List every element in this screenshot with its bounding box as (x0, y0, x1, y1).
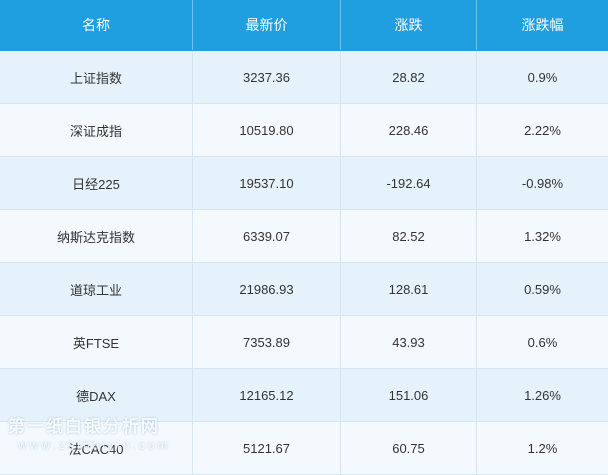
latest-price: 6339.07 (193, 210, 341, 262)
header-change-percent: 涨跌幅 (521, 17, 564, 33)
change: 28.82 (341, 51, 477, 103)
table-body: 上证指数 3237.36 28.82 0.9% 深证成指 10519.80 22… (0, 51, 608, 475)
change: 128.61 (341, 263, 477, 315)
change-percent: 0.59% (524, 281, 561, 297)
latest-price: 5121.67 (193, 422, 341, 474)
table-header: 名称 最新价 涨跌 涨跌幅 (0, 0, 608, 51)
change-percent: 1.2% (527, 440, 558, 456)
latest-price: 10519.80 (193, 104, 341, 156)
table-row: 日经225 19537.10 -192.64 -0.98% (0, 157, 608, 210)
latest-price: 7353.89 (193, 316, 341, 368)
index-name: 德DAX (0, 369, 193, 421)
change: 151.06 (341, 369, 477, 421)
header-name: 名称 (0, 0, 193, 50)
market-index-table: 名称 最新价 涨跌 涨跌幅 上证指数 3237.36 28.82 0.9% 深证… (0, 0, 608, 475)
change-percent: 2.22% (524, 122, 561, 138)
change-percent: -0.98% (521, 175, 564, 191)
latest-price: 21986.93 (193, 263, 341, 315)
table-row: 上证指数 3237.36 28.82 0.9% (0, 51, 608, 104)
table-row: 法CAC40 5121.67 60.75 1.2% (0, 422, 608, 475)
table-row: 德DAX 12165.12 151.06 1.26% (0, 369, 608, 422)
change-percent: 0.9% (527, 69, 558, 85)
change: 228.46 (341, 104, 477, 156)
change: -192.64 (341, 157, 477, 209)
index-name: 道琼工业 (0, 263, 193, 315)
index-name: 上证指数 (0, 51, 193, 103)
table-row: 英FTSE 7353.89 43.93 0.6% (0, 316, 608, 369)
index-name: 日经225 (0, 157, 193, 209)
table-row: 纳斯达克指数 6339.07 82.52 1.32% (0, 210, 608, 263)
change: 82.52 (341, 210, 477, 262)
index-name: 法CAC40 (0, 422, 193, 474)
latest-price: 19537.10 (193, 157, 341, 209)
latest-price: 3237.36 (193, 51, 341, 103)
header-latest-price: 最新价 (193, 0, 341, 50)
header-change: 涨跌 (341, 0, 477, 50)
latest-price: 12165.12 (193, 369, 341, 421)
index-name: 英FTSE (0, 316, 193, 368)
change: 43.93 (341, 316, 477, 368)
table-row: 深证成指 10519.80 228.46 2.22% (0, 104, 608, 157)
index-name: 纳斯达克指数 (0, 210, 193, 262)
change-percent: 1.26% (524, 387, 561, 403)
change-percent: 0.6% (527, 334, 558, 350)
change: 60.75 (341, 422, 477, 474)
index-name: 深证成指 (0, 104, 193, 156)
table-row: 道琼工业 21986.93 128.61 0.59% (0, 263, 608, 316)
change-percent: 1.32% (524, 228, 561, 244)
